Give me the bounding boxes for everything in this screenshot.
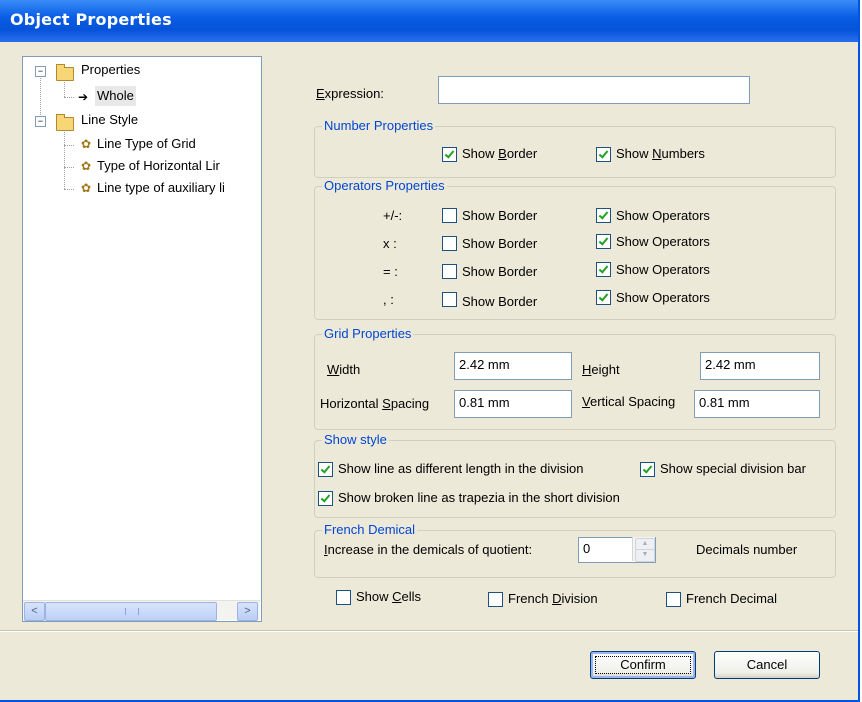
equals-show-border-checkbox[interactable] xyxy=(442,264,457,279)
gear-icon: ✿ xyxy=(80,137,92,151)
tree-horizontal-scrollbar[interactable]: < > xyxy=(23,600,260,621)
comma-show-operators-checkbox[interactable] xyxy=(596,290,611,305)
plus-minus-show-border-checkbox[interactable] xyxy=(442,208,457,223)
comma-show-operators-label: Show Operators xyxy=(616,290,710,305)
arrow-right-icon: ➔ xyxy=(78,90,89,104)
tree-connector xyxy=(64,145,74,146)
multiply-show-operators-checkbox[interactable] xyxy=(596,234,611,249)
show-style-title: Show style xyxy=(322,432,389,448)
special-bar-checkbox[interactable] xyxy=(640,462,655,477)
dialog-separator xyxy=(0,630,858,632)
tree-connector xyxy=(64,79,65,97)
french-division-checkbox[interactable] xyxy=(488,592,503,607)
property-tree[interactable]: − Properties ➔ Whole − Line Style ✿ Line… xyxy=(22,56,262,622)
tree-node-auxiliary-line[interactable]: Line type of auxiliary li xyxy=(97,178,225,198)
collapse-toggle-properties[interactable]: − xyxy=(35,66,46,77)
operator-equals-label: = : xyxy=(383,264,398,279)
height-input[interactable]: 2.42 mm xyxy=(700,352,820,380)
number-show-numbers-checkbox[interactable] xyxy=(596,147,611,162)
french-demical-title: French Demical xyxy=(322,522,418,538)
multiply-show-border-label: Show Border xyxy=(462,236,538,251)
expression-input[interactable] xyxy=(438,76,750,104)
vertical-spacing-label: Vertical Spacing xyxy=(582,394,676,409)
number-show-border-checkbox[interactable] xyxy=(442,147,457,162)
equals-show-operators-checkbox[interactable] xyxy=(596,262,611,277)
tree-connector xyxy=(64,129,65,189)
french-decimal-checkbox[interactable] xyxy=(666,592,681,607)
equals-show-border-label: Show Border xyxy=(462,264,538,279)
expression-label: Expression: xyxy=(316,86,384,101)
tree-node-properties[interactable]: Properties xyxy=(81,60,140,80)
multiply-show-border-checkbox[interactable] xyxy=(442,236,457,251)
different-length-label: Show line as different length in the div… xyxy=(338,461,584,476)
confirm-button[interactable]: Confirm xyxy=(590,651,696,679)
equals-show-operators-label: Show Operators xyxy=(616,262,710,277)
number-properties-title: Number Properties xyxy=(322,118,436,134)
multiply-show-operators-label: Show Operators xyxy=(616,234,710,249)
broken-line-label: Show broken line as trapezia in the shor… xyxy=(338,490,620,505)
folder-icon xyxy=(56,114,74,131)
collapse-toggle-line-style[interactable]: − xyxy=(35,116,46,127)
show-style-group xyxy=(314,440,836,518)
broken-line-checkbox[interactable] xyxy=(318,491,333,506)
comma-show-border-label: Show Border xyxy=(462,294,538,309)
special-bar-label: Show special division bar xyxy=(660,461,806,476)
tree-node-line-style[interactable]: Line Style xyxy=(81,110,138,130)
show-cells-label: Show Cells xyxy=(356,589,422,604)
tree-node-whole[interactable]: Whole xyxy=(95,86,136,106)
cancel-button[interactable]: Cancel xyxy=(714,651,820,679)
gear-icon: ✿ xyxy=(80,181,92,195)
tree-connector xyxy=(64,167,74,168)
scroll-left-button[interactable]: < xyxy=(24,602,45,621)
tree-node-horizontal-line[interactable]: Type of Horizontal Lir xyxy=(97,156,220,176)
operator-comma-label: , : xyxy=(383,292,394,307)
width-input[interactable]: 2.42 mm xyxy=(454,352,572,380)
number-show-numbers-label: Show Numbers xyxy=(616,146,705,161)
increase-demicals-spinner[interactable]: ▲ ▼ xyxy=(632,537,655,562)
focus-ring xyxy=(595,656,691,674)
tree-connector xyxy=(64,189,74,190)
show-cells-checkbox[interactable] xyxy=(336,590,351,605)
french-division-label: French Division xyxy=(508,591,598,606)
horizontal-spacing-label: Horizontal Spacing xyxy=(320,396,430,411)
decimals-number-label: Decimals number xyxy=(696,542,798,557)
operator-plus-minus-label: +/-: xyxy=(383,208,403,223)
title-bar[interactable]: Object Properties xyxy=(0,0,858,42)
tree-connector xyxy=(64,97,74,98)
number-show-border-label: Show Border xyxy=(462,146,538,161)
gear-icon: ✿ xyxy=(80,159,92,173)
object-properties-dialog: Object Properties − Properties ➔ Whole −… xyxy=(0,0,860,702)
grid-properties-title: Grid Properties xyxy=(322,326,414,342)
scroll-grip xyxy=(125,608,139,615)
plus-minus-show-operators-label: Show Operators xyxy=(616,208,710,223)
width-label: Width xyxy=(327,362,361,377)
different-length-checkbox[interactable] xyxy=(318,462,333,477)
operators-properties-title: Operators Properties xyxy=(322,178,447,194)
french-decimal-label: French Decimal xyxy=(686,591,778,606)
height-label: Height xyxy=(582,362,620,377)
plus-minus-show-border-label: Show Border xyxy=(462,208,538,223)
vertical-spacing-input[interactable]: 0.81 mm xyxy=(694,390,820,418)
scroll-right-button[interactable]: > xyxy=(237,602,258,621)
horizontal-spacing-input[interactable]: 0.81 mm xyxy=(454,390,572,418)
scroll-thumb[interactable] xyxy=(45,602,217,621)
increase-demicals-label: Increase in the demicals of quotient: xyxy=(324,542,533,557)
operator-multiply-label: x : xyxy=(383,236,397,251)
plus-minus-show-operators-checkbox[interactable] xyxy=(596,208,611,223)
tree-node-grid-line[interactable]: Line Type of Grid xyxy=(97,134,196,154)
dialog-title: Object Properties xyxy=(10,10,172,29)
comma-show-border-checkbox[interactable] xyxy=(442,292,457,307)
folder-icon xyxy=(56,64,74,81)
spin-down-button[interactable]: ▼ xyxy=(635,549,655,562)
